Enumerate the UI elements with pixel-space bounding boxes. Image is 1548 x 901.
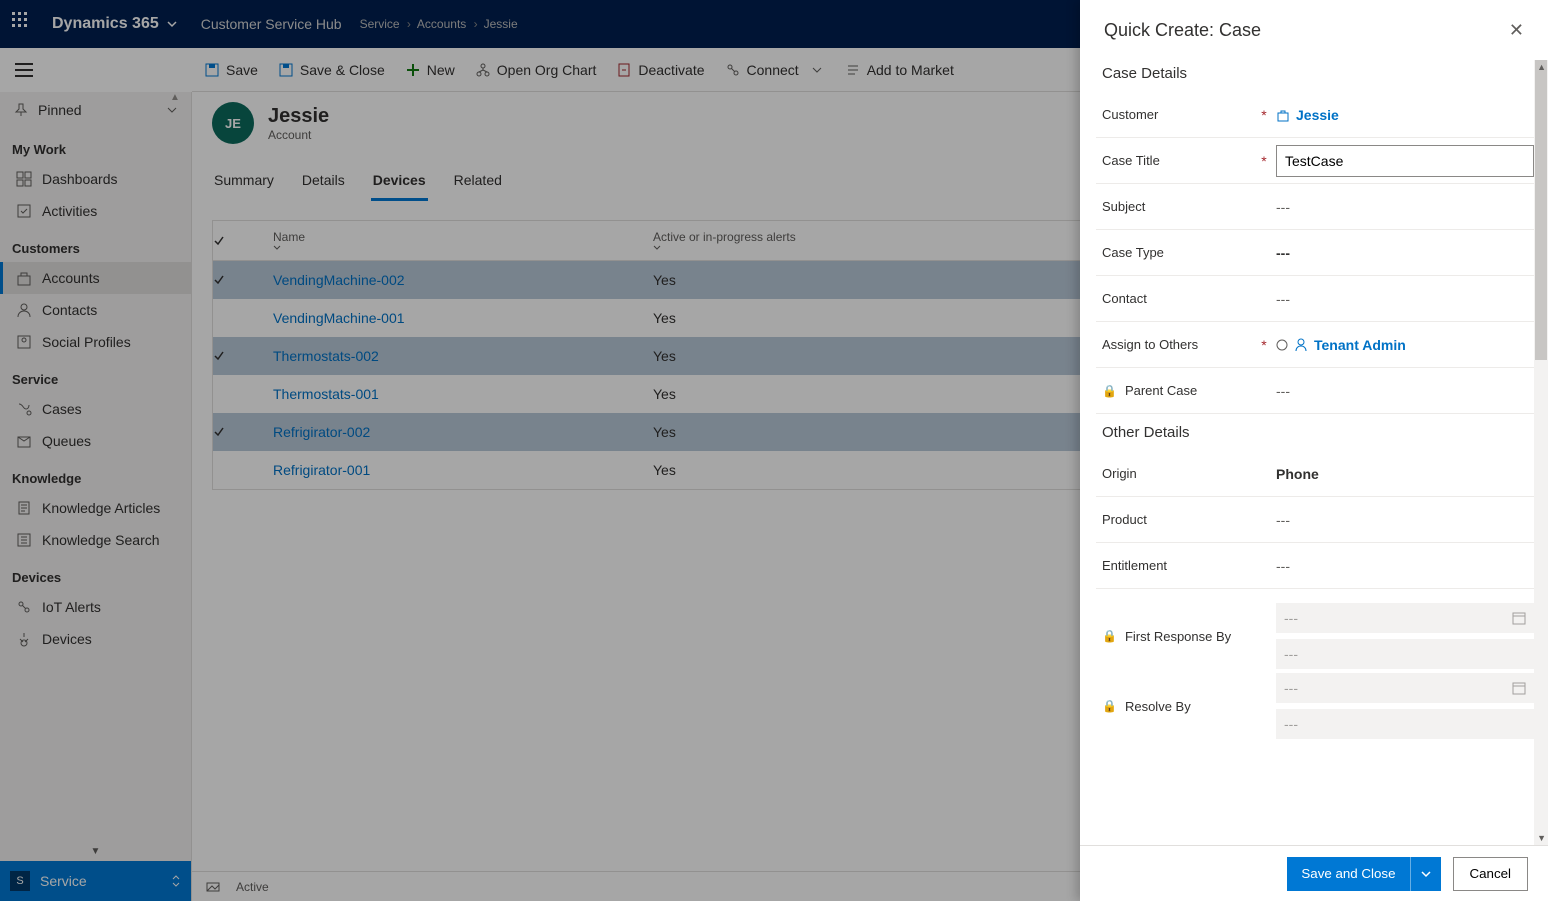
case-type-value[interactable]: ---: [1276, 245, 1534, 261]
calendar-icon[interactable]: [1512, 611, 1526, 625]
lock-icon: 🔒: [1102, 384, 1117, 398]
field-case-title[interactable]: Case Title *: [1096, 138, 1540, 184]
first-response-label: 🔒 First Response By: [1102, 629, 1252, 644]
field-origin[interactable]: Origin Phone: [1096, 451, 1540, 497]
save-and-close-label: Save and Close: [1287, 866, 1409, 881]
scrollbar-thumb[interactable]: [1535, 60, 1547, 360]
person-icon: [1294, 338, 1308, 352]
section-other-details: Other Details: [1096, 414, 1540, 451]
origin-value[interactable]: Phone: [1276, 466, 1534, 482]
assign-value-text: Tenant Admin: [1314, 337, 1406, 353]
assign-value[interactable]: Tenant Admin: [1276, 337, 1534, 353]
required-indicator: *: [1260, 107, 1268, 123]
save-and-close-dropdown[interactable]: [1410, 857, 1441, 891]
account-icon: [1276, 108, 1290, 122]
field-contact[interactable]: Contact ---: [1096, 276, 1540, 322]
section-case-details: Case Details: [1096, 55, 1540, 92]
lock-icon: 🔒: [1102, 699, 1117, 713]
close-icon[interactable]: ✕: [1509, 20, 1524, 41]
subject-label: Subject: [1102, 199, 1252, 214]
product-value[interactable]: ---: [1276, 512, 1534, 528]
sidebar-collapse-up-icon[interactable]: ▲: [170, 92, 180, 103]
field-case-type[interactable]: Case Type ---: [1096, 230, 1540, 276]
panel-footer: Save and Close Cancel: [1080, 845, 1548, 901]
resolve-by-label: 🔒 Resolve By: [1102, 699, 1252, 714]
calendar-icon[interactable]: [1512, 681, 1526, 695]
contact-value[interactable]: ---: [1276, 291, 1534, 307]
product-label: Product: [1102, 512, 1252, 527]
contact-label: Contact: [1102, 291, 1252, 306]
entitlement-label: Entitlement: [1102, 558, 1252, 573]
required-indicator: *: [1260, 153, 1268, 169]
lock-icon: 🔒: [1102, 629, 1117, 643]
case-type-label: Case Type: [1102, 245, 1252, 260]
panel-title: Quick Create: Case: [1104, 20, 1261, 41]
field-parent-case[interactable]: 🔒 Parent Case ---: [1096, 368, 1540, 414]
entitlement-value[interactable]: ---: [1276, 558, 1534, 574]
resolve-by-date: ---: [1276, 673, 1534, 703]
scroll-down-icon[interactable]: ▼: [1537, 833, 1546, 843]
field-entitlement[interactable]: Entitlement ---: [1096, 543, 1540, 589]
customer-value[interactable]: Jessie: [1276, 107, 1534, 123]
field-first-response-by: 🔒 First Response By --- ---: [1096, 601, 1540, 671]
field-assign-to-others[interactable]: Assign to Others * Tenant Admin: [1096, 322, 1540, 368]
parent-case-label: 🔒 Parent Case: [1102, 383, 1252, 398]
customer-value-text: Jessie: [1296, 107, 1339, 123]
scroll-up-icon[interactable]: ▲: [1537, 62, 1546, 72]
assign-label: Assign to Others: [1102, 337, 1252, 352]
save-and-close-button[interactable]: Save and Close: [1287, 857, 1440, 891]
resolve-by-time: ---: [1276, 709, 1534, 739]
customer-label: Customer: [1102, 107, 1252, 122]
field-resolve-by: 🔒 Resolve By --- ---: [1096, 671, 1540, 741]
cancel-button[interactable]: Cancel: [1453, 857, 1529, 891]
case-title-input[interactable]: [1276, 145, 1534, 177]
case-title-label: Case Title: [1102, 153, 1252, 168]
field-subject[interactable]: Subject ---: [1096, 184, 1540, 230]
subject-value[interactable]: ---: [1276, 199, 1534, 215]
first-response-date: ---: [1276, 603, 1534, 633]
first-response-time: ---: [1276, 639, 1534, 669]
quick-create-panel: Quick Create: Case ✕ ▲ ▼ Case Details Cu…: [1080, 0, 1548, 901]
field-product[interactable]: Product ---: [1096, 497, 1540, 543]
origin-label: Origin: [1102, 466, 1252, 481]
required-indicator: *: [1260, 337, 1268, 353]
radio-icon[interactable]: [1276, 339, 1288, 351]
field-customer[interactable]: Customer * Jessie: [1096, 92, 1540, 138]
parent-case-value: ---: [1276, 383, 1534, 399]
